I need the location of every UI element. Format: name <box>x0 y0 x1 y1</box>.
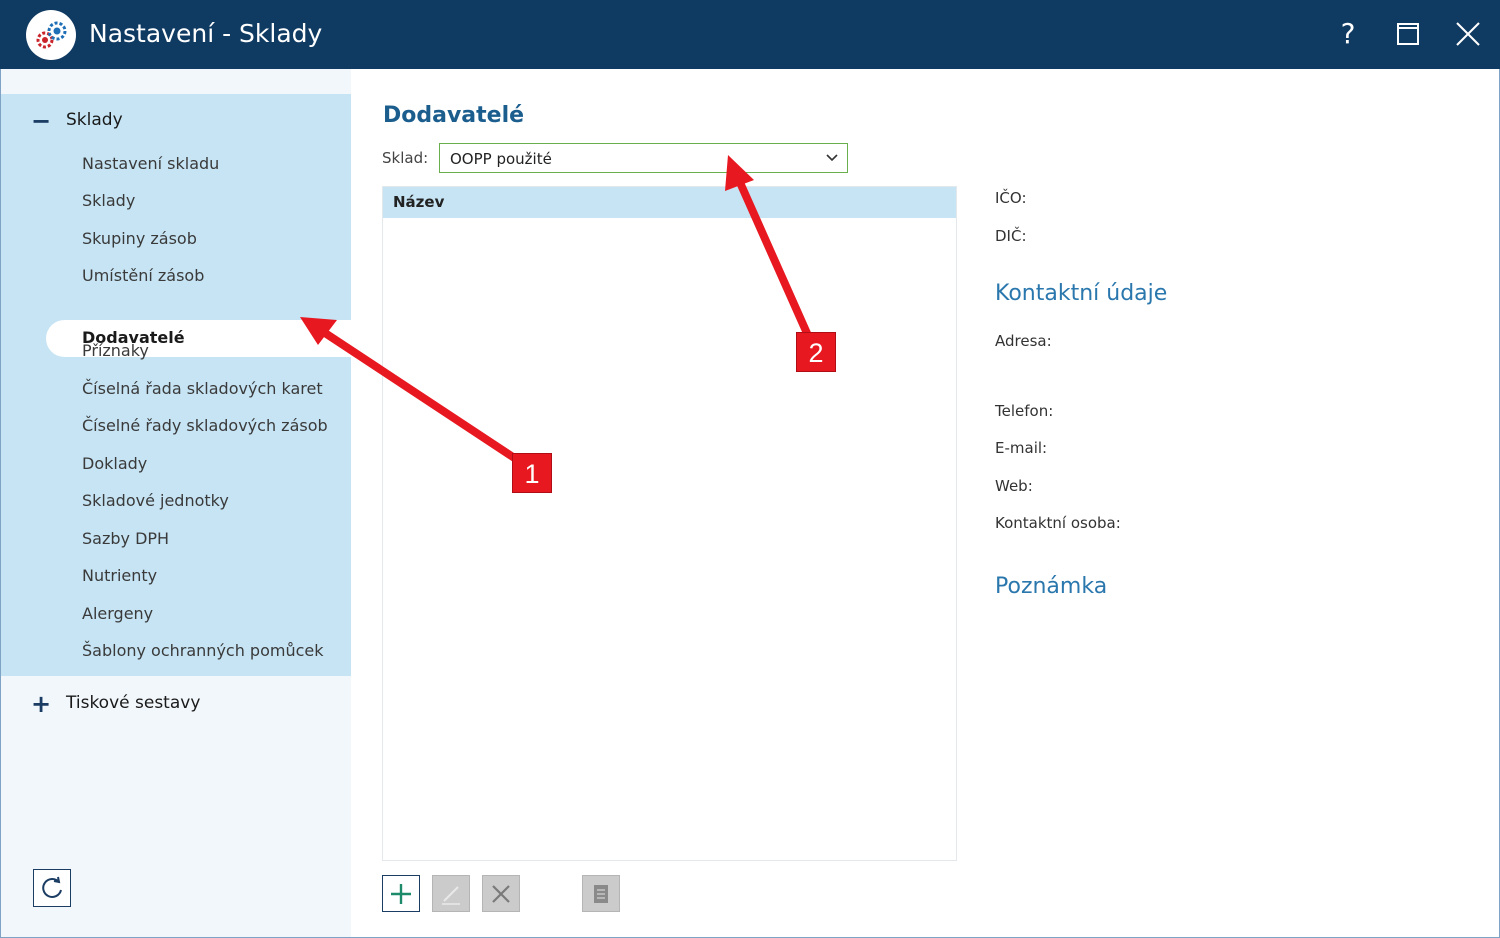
note-heading: Poznámka <box>995 574 1108 599</box>
sidebar-item-skladove-jednotky[interactable]: Skladové jednotky <box>82 486 229 516</box>
close-icon <box>1456 22 1480 46</box>
column-header-nazev[interactable]: Název <box>393 193 444 211</box>
dic-label: DIČ: <box>995 227 1027 245</box>
sidebar-item-skupiny-zasob[interactable]: Skupiny zásob <box>82 224 197 254</box>
sidebar-item-sklady[interactable]: Sklady <box>82 186 135 216</box>
maximize-button[interactable] <box>1388 14 1428 54</box>
help-button[interactable]: ? <box>1328 14 1368 54</box>
sidebar-item-ciselne-rady-zasob[interactable]: Číselné řady skladových zásob <box>82 411 328 441</box>
maximize-icon <box>1397 23 1419 45</box>
sidebar-item-sazby-dph[interactable]: Sazby DPH <box>82 524 169 554</box>
window-title: Nastavení - Sklady <box>89 19 323 48</box>
document-icon <box>594 885 608 903</box>
sidebar-group-header-tiskove-sestavy[interactable]: + Tiskové sestavy <box>1 677 351 727</box>
sidebar-item-priznaky[interactable]: Příznaky <box>82 336 149 366</box>
main-panel: Dodavatelé Sklad: OOPP použité Název IČO… <box>352 69 1499 937</box>
sidebar-item-ciselna-rada-karet[interactable]: Číselná řada skladových karet <box>82 374 323 404</box>
delete-button[interactable] <box>482 875 520 912</box>
phone-label: Telefon: <box>995 402 1054 420</box>
sidebar-item-nutrienty[interactable]: Nutrienty <box>82 561 157 591</box>
sidebar: − Sklady Nastavení skladu Sklady Skupiny… <box>1 69 351 937</box>
sidebar-item-alergeny[interactable]: Alergeny <box>82 599 153 629</box>
sklad-select[interactable]: OOPP použité <box>439 143 848 173</box>
edit-button[interactable] <box>432 875 470 912</box>
close-button[interactable] <box>1448 14 1488 54</box>
pencil-icon <box>442 886 460 905</box>
annotation-badge-2: 2 <box>796 332 836 372</box>
sidebar-group-header-sklady[interactable]: − Sklady <box>1 94 351 144</box>
sidebar-group-label: Tiskové sestavy <box>66 693 201 713</box>
sidebar-group-sklady: − Sklady Nastavení skladu Sklady Skupiny… <box>1 94 351 676</box>
sklad-label: Sklad: <box>382 149 429 167</box>
sidebar-item-sablony-pomucek[interactable]: Šablony ochranných pomůcek <box>82 636 324 666</box>
contacts-heading: Kontaktní údaje <box>995 281 1168 306</box>
detail-button[interactable] <box>582 875 620 912</box>
sidebar-item-doklady[interactable]: Doklady <box>82 449 147 479</box>
email-label: E-mail: <box>995 439 1048 457</box>
annotation-badge-1: 1 <box>512 453 552 493</box>
add-button[interactable] <box>382 875 420 912</box>
chevron-down-icon <box>826 154 838 162</box>
page-title: Dodavatelé <box>383 103 525 128</box>
table-header[interactable]: Název <box>383 187 956 218</box>
ico-label: IČO: <box>995 189 1027 207</box>
delete-icon <box>492 885 510 903</box>
collapse-icon[interactable]: − <box>31 107 51 135</box>
suppliers-table[interactable]: Název <box>382 186 957 861</box>
plus-icon <box>391 884 411 904</box>
sidebar-group-label: Sklady <box>66 110 123 130</box>
sidebar-item-umisteni-zasob[interactable]: Umístění zásob <box>82 261 204 291</box>
web-label: Web: <box>995 477 1033 495</box>
sklad-select-value: OOPP použité <box>450 150 552 168</box>
contact-person-label: Kontaktní osoba: <box>995 514 1121 532</box>
refresh-button[interactable] <box>33 869 71 907</box>
sidebar-item-nastaveni-skladu[interactable]: Nastavení skladu <box>82 149 219 179</box>
gears-icon <box>26 10 76 60</box>
expand-icon[interactable]: + <box>31 690 51 718</box>
refresh-icon <box>42 876 62 898</box>
address-label: Adresa: <box>995 332 1052 350</box>
title-bar: Nastavení - Sklady ? <box>0 0 1500 69</box>
